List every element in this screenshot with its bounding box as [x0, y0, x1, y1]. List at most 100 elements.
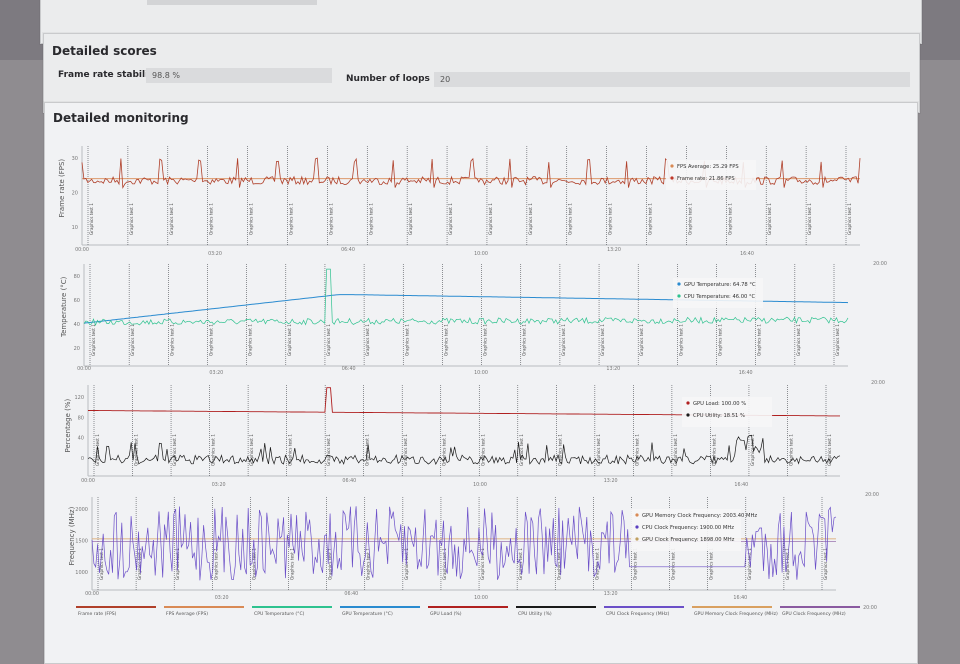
y-axis-label: Temperature (°C)	[60, 276, 68, 338]
y-tick-label: 40	[74, 322, 80, 328]
loop-marker-label: Graphics test 1	[368, 203, 373, 235]
x-tick-label: 06:40	[341, 247, 355, 253]
tooltip-dot	[635, 537, 639, 541]
chart-2: Temperature (°C) 80 60 40 20 Graphics test 1 G…	[60, 264, 885, 386]
tooltip-text: GPU Load: 100.00 %	[693, 401, 746, 407]
loop-marker-label: Graphics test 1	[89, 203, 94, 235]
x-tick-label: 06:40	[342, 478, 356, 484]
loop-marker-label: Graphics test 1	[835, 324, 840, 356]
loop-marker-label: Graphics test 1	[403, 434, 408, 466]
x-tick-label: 03:20	[215, 595, 229, 601]
cpu-utility-line	[87, 434, 841, 465]
loop-marker-label: Graphics test 1	[169, 203, 174, 235]
legend-label: GPU Clock Frequency (MHz)	[782, 611, 846, 617]
y-tick-label: 120	[74, 395, 84, 401]
legend-label: CPU Utility (%)	[518, 611, 552, 617]
tooltip-text: Frame rate: 21.86 FPS	[677, 176, 735, 182]
tooltip-dot	[670, 176, 674, 180]
loop-marker-label: Graphics test 1	[209, 203, 214, 235]
loop-marker-label: Graphics test 1	[169, 324, 174, 356]
x-tick-label: 10:00	[474, 370, 488, 376]
y-tick-label: 1500	[75, 539, 88, 545]
series-legend: Frame rate (FPS) FPS Average (FPS) CPU Tem…	[76, 606, 860, 617]
x-tick-label: 16:40	[739, 370, 753, 376]
loop-marker-label: Graphics test 1	[483, 324, 488, 356]
loop-marker-label: Graphics test 1	[208, 324, 213, 356]
legend-label: GPU Memory Clock Frequency (MHz)	[694, 611, 778, 617]
loop-marker-label: Graphics test 1	[248, 324, 253, 356]
legend-swatch	[76, 606, 156, 608]
x-tick-label: 20:00	[873, 261, 887, 267]
tooltip-dot	[686, 401, 690, 405]
legend-label: CPU Clock Frequency (MHz)	[606, 611, 670, 617]
loop-marker-label: Graphics test 1	[528, 203, 533, 235]
x-tick-label: 10:00	[474, 251, 488, 257]
y-axis-label: Percentage (%)	[64, 399, 72, 453]
legend-label: GPU Temperature (°C)	[342, 611, 393, 617]
legend-swatch	[340, 606, 420, 608]
loop-marker-label: Graphics test 1	[727, 203, 732, 235]
loop-marker-label: Graphics test 1	[522, 324, 527, 356]
y-tick-label: 2000	[75, 507, 88, 513]
y-tick-label: 20	[74, 346, 80, 352]
legend-swatch	[164, 606, 244, 608]
x-tick-label: 03:20	[208, 251, 222, 257]
loop-marker-label: Graphics test 1	[328, 203, 333, 235]
x-tick-label: 10:00	[474, 595, 488, 601]
loop-marker-label: Graphics test 1	[757, 324, 762, 356]
loop-marker-label: Graphics test 1	[488, 203, 493, 235]
loop-marker-label: Graphics test 1	[366, 548, 371, 580]
loop-marker-label: Graphics test 1	[709, 548, 714, 580]
loop-marker-label: Graphics test 1	[442, 434, 447, 466]
legend-swatch	[604, 606, 684, 608]
loop-marker-label: Graphics test 1	[639, 324, 644, 356]
legend-swatch	[516, 606, 596, 608]
legend-swatch	[692, 606, 772, 608]
y-tick-label: 60	[74, 298, 80, 304]
y-tick-label: 1000	[75, 570, 88, 576]
x-tick-label: 20:00	[871, 380, 885, 386]
loop-marker-label: Graphics test 1	[404, 324, 409, 356]
loop-marker-label: Graphics test 1	[847, 203, 852, 235]
loop-marker-label: Graphics test 1	[796, 324, 801, 356]
x-tick-label: 06:40	[344, 591, 358, 597]
tooltip-dot	[635, 513, 639, 517]
y-tick-label: 80	[74, 274, 80, 280]
x-tick-label: 16:40	[740, 251, 754, 257]
x-tick-label: 00:00	[85, 591, 99, 597]
loop-marker-label: Graphics test 1	[807, 203, 812, 235]
tooltip-dot	[677, 282, 681, 286]
x-tick-label: 13:20	[607, 247, 621, 253]
x-tick-label: 20:00	[863, 605, 877, 611]
tooltip-dot	[686, 413, 690, 417]
loop-marker-label: Graphics test 1	[442, 548, 447, 580]
loop-marker-label: Graphics test 1	[678, 324, 683, 356]
loop-marker-label: Graphics test 1	[687, 203, 692, 235]
loop-marker-label: Graphics test 1	[365, 324, 370, 356]
x-tick-label: 13:20	[604, 591, 618, 597]
loop-marker-label: Graphics test 1	[480, 434, 485, 466]
x-tick-label: 20:00	[865, 492, 879, 498]
x-tick-label: 03:20	[209, 370, 223, 376]
loop-marker-label: Graphics test 1	[326, 434, 331, 466]
legend-swatch	[780, 606, 860, 608]
y-axis-label: Frequency (MHz)	[68, 506, 76, 565]
loop-marker-label: Graphics test 1	[408, 203, 413, 235]
legend-swatch	[252, 606, 332, 608]
tooltip-text: GPU Clock Frequency: 1898.00 MHz	[642, 537, 735, 543]
x-tick-label: 13:20	[606, 366, 620, 372]
x-tick-label: 13:20	[604, 478, 618, 484]
loop-marker-label: Graphics test 1	[91, 324, 96, 356]
loop-marker-label: Graphics test 1	[288, 203, 293, 235]
chart-4: Frequency (MHz) 2000 1500 1000 Graphics test…	[68, 497, 877, 611]
x-tick-label: 03:20	[212, 482, 226, 488]
y-tick-label: 80	[78, 415, 84, 421]
y-tick-label: 30	[72, 156, 78, 162]
loop-marker-label: Graphics test 1	[130, 324, 135, 356]
legend-label: Frame rate (FPS)	[78, 611, 117, 617]
y-tick-label: 40	[78, 436, 84, 442]
x-tick-label: 16:40	[733, 595, 747, 601]
chart-3: Percentage (%)120 80 40 0 Graphics test 1 Gra…	[64, 385, 879, 498]
x-tick-label: 00:00	[75, 247, 89, 253]
tooltip-text: GPU Memory Clock Frequency: 2003.40 MHz	[642, 513, 757, 519]
